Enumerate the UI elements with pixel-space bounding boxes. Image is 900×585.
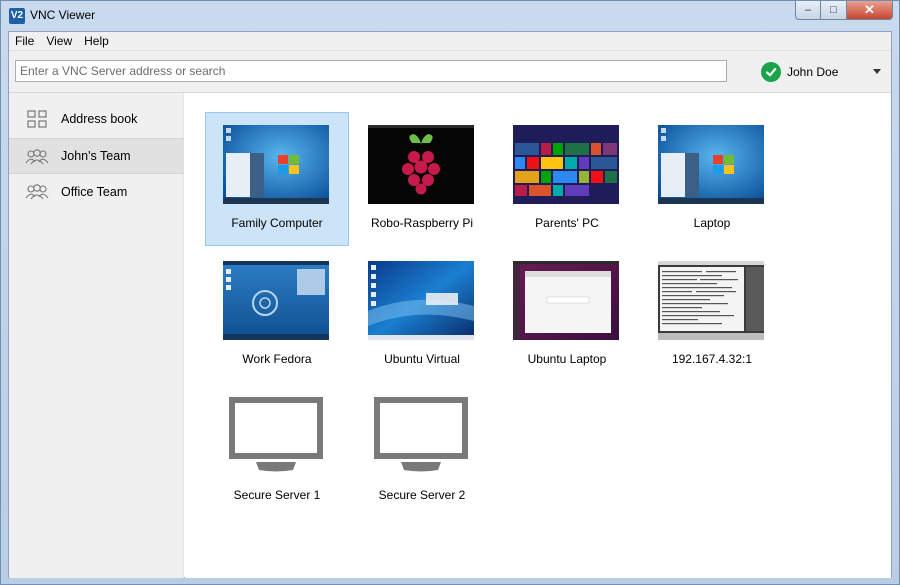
computer-label: Ubuntu Virtual (384, 352, 460, 366)
fedora-desktop-thumbnail (223, 261, 329, 340)
team-icon (25, 184, 49, 200)
title-bar[interactable]: V2 VNC Viewer – □ ✕ (1, 1, 899, 31)
computer-label: Secure Server 1 (233, 488, 321, 502)
grid-icon (27, 110, 47, 128)
user-name: John Doe (787, 65, 839, 79)
computer-tile-secure-server-1[interactable]: Secure Server 1 (205, 384, 349, 518)
menu-help[interactable]: Help (84, 34, 109, 48)
maximize-button[interactable]: □ (821, 1, 847, 20)
team-icon (25, 149, 49, 165)
sidebar-item-label: Address book (61, 112, 138, 126)
menu-bar: File View Help (9, 32, 891, 51)
sidebar: Address book John's Team Office Team (9, 93, 184, 578)
sidebar-item-label: John's Team (61, 149, 131, 163)
kde-desktop-thumbnail (368, 261, 474, 340)
computer-label: Ubuntu Laptop (527, 352, 607, 366)
sidebar-item-label: Office Team (61, 185, 128, 199)
computer-tile-192-167-4-32-1[interactable]: 192.167.4.32:1 (640, 248, 784, 382)
user-account[interactable]: John Doe (761, 61, 838, 83)
sidebar-item-office-team[interactable]: Office Team (9, 174, 184, 210)
terminal-desktop-thumbnail (658, 261, 764, 340)
computer-label: Laptop (693, 216, 731, 230)
windows8-start-thumbnail (513, 125, 619, 204)
client-area: File View Help John Doe (8, 31, 892, 578)
computer-tile-ubuntu-virtual[interactable]: Ubuntu Virtual (350, 248, 494, 382)
raspberry-pi-thumbnail (368, 125, 474, 204)
check-icon (761, 62, 781, 82)
monitor-icon (229, 397, 323, 472)
computer-tile-parents-pc[interactable]: Parents' PC (495, 112, 639, 246)
search-input[interactable] (15, 60, 727, 82)
computer-tile-laptop[interactable]: Laptop (640, 112, 784, 246)
computer-tile-work-fedora[interactable]: Work Fedora (205, 248, 349, 382)
computer-tile-ubuntu-laptop[interactable]: Ubuntu Laptop (495, 248, 639, 382)
sidebar-item-address-book[interactable]: Address book (9, 101, 184, 137)
computer-label: Secure Server 2 (378, 488, 466, 502)
menu-view[interactable]: View (46, 34, 72, 48)
menu-file[interactable]: File (15, 34, 34, 48)
computer-label: 192.167.4.32:1 (671, 352, 753, 366)
computer-label: Family Computer (231, 216, 323, 230)
window-controls: – □ ✕ (795, 1, 893, 21)
window-title: VNC Viewer (30, 8, 96, 22)
windows7-desktop-thumbnail (658, 125, 764, 204)
computer-grid: Family Computer Robo-Raspberry Pi Parent… (185, 93, 891, 578)
computer-label: Parents' PC (535, 216, 599, 230)
vnc-viewer-window: V2 VNC Viewer – □ ✕ File View Help John … (0, 0, 900, 585)
computer-tile-secure-server-2[interactable]: Secure Server 2 (350, 384, 494, 518)
computer-tile-family-computer[interactable]: Family Computer (205, 112, 349, 246)
toolbar: John Doe (9, 51, 891, 93)
computer-tile-robo-raspberry-pi[interactable]: Robo-Raspberry Pi (350, 112, 494, 246)
minimize-button[interactable]: – (795, 1, 821, 20)
close-button[interactable]: ✕ (847, 1, 893, 20)
windows7-desktop-thumbnail (223, 125, 329, 204)
vnc-logo-icon: V2 (9, 8, 25, 24)
ubuntu-desktop-thumbnail (513, 261, 619, 340)
computer-label: Robo-Raspberry Pi (370, 216, 474, 230)
monitor-icon (374, 397, 468, 472)
chevron-down-icon[interactable] (873, 69, 881, 74)
sidebar-item-johns-team[interactable]: John's Team (9, 138, 184, 174)
computer-label: Work Fedora (242, 352, 312, 366)
